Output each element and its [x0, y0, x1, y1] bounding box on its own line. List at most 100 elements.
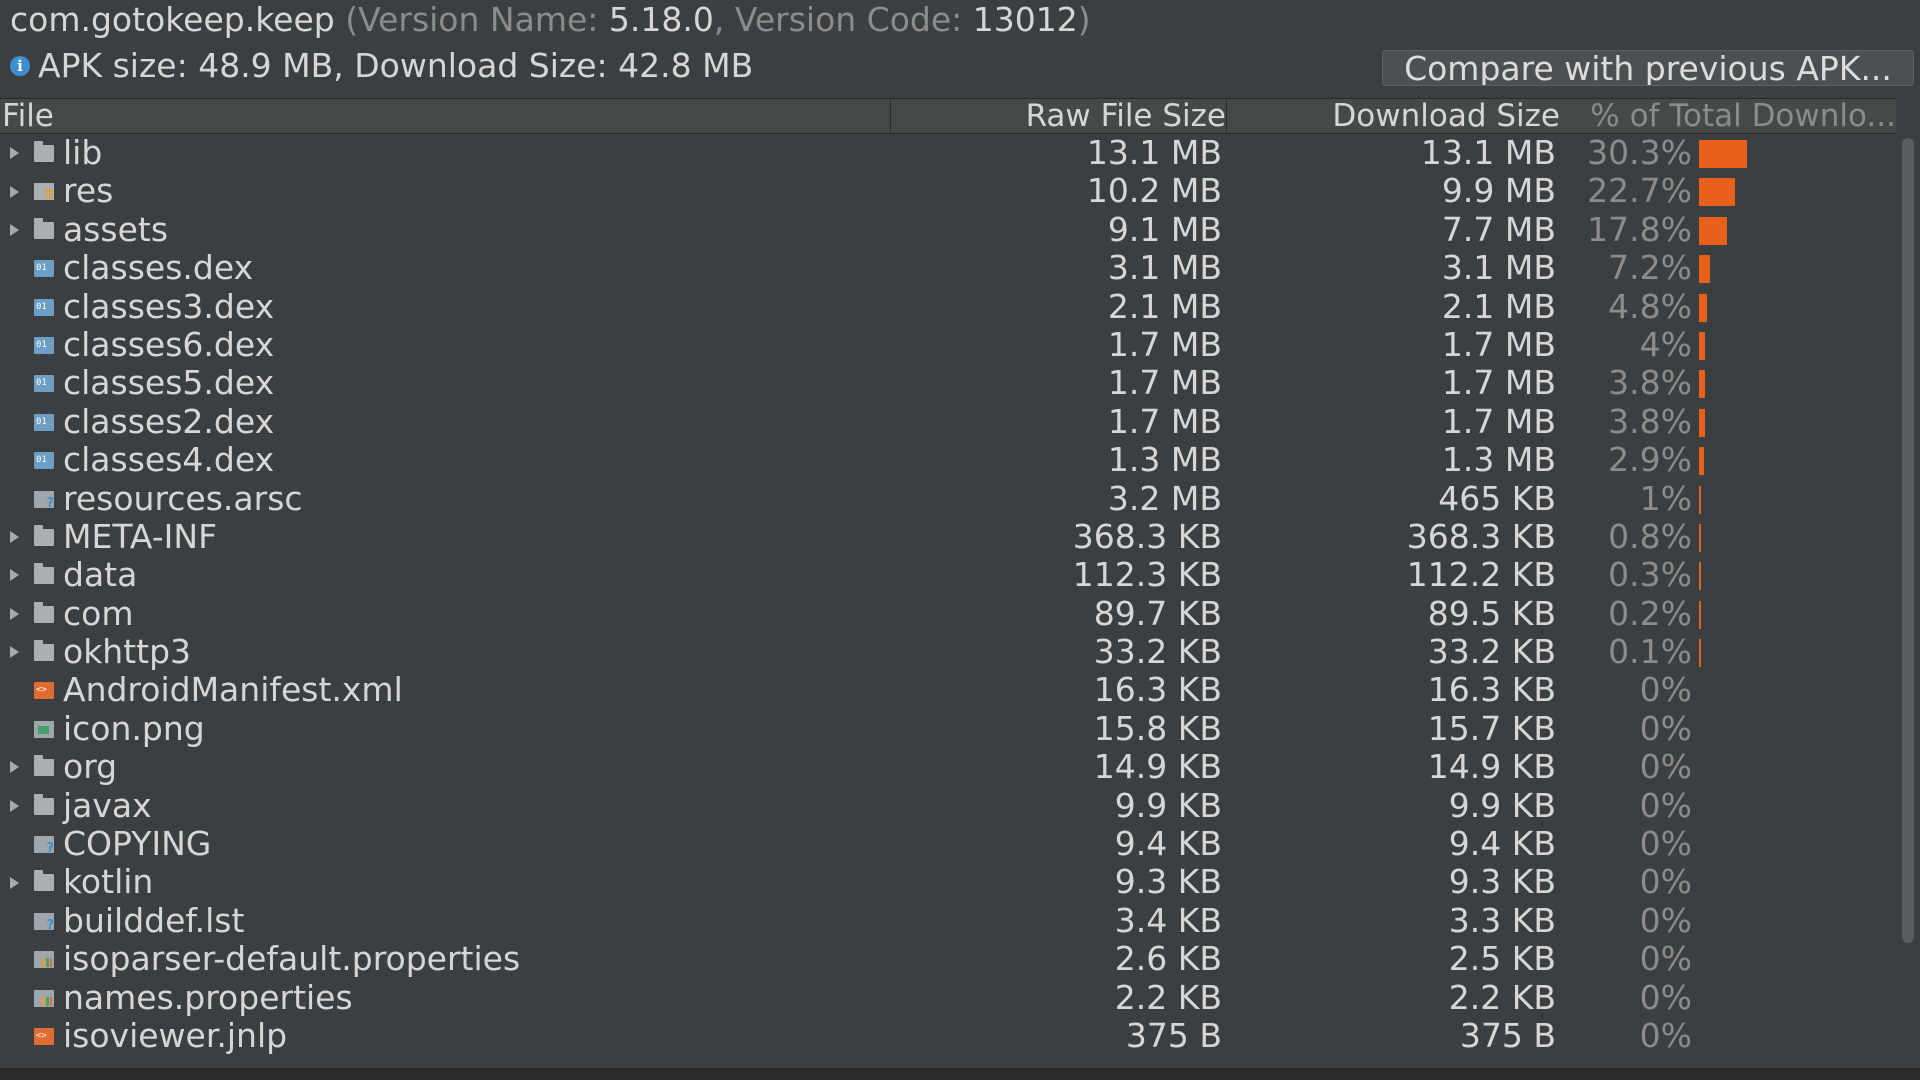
- percent-of-total: 3.8%: [1608, 401, 1692, 441]
- download-size: 368.3 KB: [1406, 516, 1556, 556]
- file-name: classes4.dex: [63, 440, 275, 480]
- file-name: classes.dex: [63, 248, 254, 288]
- table-row[interactable]: kotlin 9.3 KB 9.3 KB 0%: [0, 863, 1896, 901]
- table-body: lib 13.1 MB 13.1 MB 30.3% res 10.2 MB 9.9 MB 22…: [0, 134, 1896, 1080]
- raw-file-size: 368.3 KB: [1072, 516, 1222, 556]
- percent-of-total: 30.3%: [1587, 134, 1692, 172]
- expand-arrow-icon[interactable]: [6, 134, 22, 172]
- table-row[interactable]: com 89.7 KB 89.5 KB 0.2%: [0, 593, 1896, 633]
- raw-file-size: 3.4 KB: [1114, 900, 1222, 940]
- expand-arrow-icon[interactable]: [6, 633, 22, 671]
- table-row[interactable]: names.properties 2.2 KB 2.2 KB 0%: [0, 977, 1896, 1017]
- folder-icon: [34, 601, 54, 623]
- folder-icon: [34, 793, 54, 815]
- download-size: 7.7 MB: [1441, 209, 1556, 249]
- file-name: classes2.dex: [63, 401, 275, 441]
- folder-icon: [34, 524, 54, 546]
- table-row[interactable]: COPYING 9.4 KB 9.4 KB 0%: [0, 824, 1896, 864]
- vertical-scrollbar[interactable]: [1902, 138, 1914, 943]
- paren-close: ): [1077, 0, 1091, 39]
- download-size: 1.7 MB: [1441, 324, 1556, 364]
- dex-file-icon: [34, 260, 54, 278]
- raw-file-size: 2.1 MB: [1107, 286, 1222, 326]
- percent-of-total: 22.7%: [1587, 171, 1692, 211]
- table-row[interactable]: resources.arsc 3.2 MB 465 KB 1%: [0, 478, 1896, 518]
- table-row[interactable]: classes3.dex 2.1 MB 2.1 MB 4.8%: [0, 286, 1896, 326]
- download-size: 3.1 MB: [1441, 248, 1556, 288]
- download-size: 1.7 MB: [1441, 401, 1556, 441]
- image-file-icon: [34, 720, 54, 738]
- table-row[interactable]: classes.dex 3.1 MB 3.1 MB 7.2%: [0, 248, 1896, 288]
- percent-of-total: 0.1%: [1608, 632, 1692, 672]
- expand-arrow-icon[interactable]: [6, 518, 22, 556]
- expand-arrow-icon[interactable]: [6, 556, 22, 594]
- dex-file-icon: [34, 413, 54, 431]
- table-row[interactable]: META-INF 368.3 KB 368.3 KB 0.8%: [0, 516, 1896, 556]
- table-row[interactable]: javax 9.9 KB 9.9 KB 0%: [0, 785, 1896, 825]
- percent-bar: [1699, 523, 1701, 552]
- expand-arrow-icon[interactable]: [6, 211, 22, 249]
- raw-file-size: 15.8 KB: [1093, 708, 1222, 748]
- download-size: 9.4 KB: [1448, 824, 1556, 864]
- file-name: res: [63, 171, 114, 211]
- apk-summary-header: com.gotokeep.keep (Version Name: 5.18.0,…: [0, 0, 1920, 96]
- column-header-file[interactable]: File: [2, 99, 891, 133]
- table-row[interactable]: classes4.dex 1.3 MB 1.3 MB 2.9%: [0, 440, 1896, 480]
- percent-of-total: 0%: [1639, 977, 1692, 1017]
- properties-file-icon: [34, 951, 54, 969]
- download-size: 9.9 KB: [1448, 785, 1556, 825]
- table-row[interactable]: icon.png 15.8 KB 15.7 KB 0%: [0, 708, 1896, 748]
- percent-of-total: 0.2%: [1608, 593, 1692, 633]
- file-name: AndroidManifest.xml: [63, 670, 403, 710]
- file-name: org: [63, 747, 118, 787]
- properties-file-icon: [34, 989, 54, 1007]
- percent-bar: [1699, 293, 1707, 322]
- download-size: 9.9 MB: [1441, 171, 1556, 211]
- expand-arrow-icon[interactable]: [6, 787, 22, 825]
- table-row[interactable]: org 14.9 KB 14.9 KB 0%: [0, 747, 1896, 787]
- expand-arrow-icon[interactable]: [6, 595, 22, 633]
- raw-file-size: 9.3 KB: [1114, 862, 1222, 902]
- raw-file-size: 33.2 KB: [1093, 632, 1222, 672]
- table-row[interactable]: classes5.dex 1.7 MB 1.7 MB 3.8%: [0, 363, 1896, 402]
- file-name: kotlin: [63, 862, 154, 902]
- percent-of-total: 4%: [1639, 324, 1692, 364]
- percent-bar: [1699, 140, 1747, 168]
- table-row[interactable]: res 10.2 MB 9.9 MB 22.7%: [0, 171, 1896, 211]
- folder-icon: [34, 141, 54, 162]
- raw-file-size: 3.2 MB: [1107, 478, 1222, 518]
- file-name: classes3.dex: [63, 286, 275, 326]
- table-row[interactable]: assets 9.1 MB 7.7 MB 17.8%: [0, 209, 1896, 249]
- table-row[interactable]: lib 13.1 MB 13.1 MB 30.3%: [0, 134, 1896, 172]
- compare-with-previous-apk-button[interactable]: Compare with previous APK...: [1382, 50, 1914, 86]
- percent-of-total: 0%: [1639, 708, 1692, 748]
- column-header-raw-size[interactable]: Raw File Size: [892, 99, 1227, 133]
- percent-bar: [1699, 485, 1701, 514]
- xml-file-icon: [34, 682, 54, 700]
- table-row[interactable]: classes6.dex 1.7 MB 1.7 MB 4%: [0, 324, 1896, 364]
- version-name-label: (Version Name:: [334, 0, 609, 39]
- percent-of-total: 0%: [1639, 670, 1692, 710]
- table-row[interactable]: AndroidManifest.xml 16.3 KB 16.3 KB 0%: [0, 671, 1896, 709]
- table-row[interactable]: isoviewer.jnlp 375 B 375 B 0%: [0, 1015, 1896, 1055]
- download-size: 2.5 KB: [1448, 939, 1556, 979]
- expand-arrow-icon[interactable]: [6, 863, 22, 901]
- table-row[interactable]: okhttp3 33.2 KB 33.2 KB 0.1%: [0, 632, 1896, 672]
- expand-arrow-icon[interactable]: [6, 748, 22, 786]
- download-size: 2.2 KB: [1448, 977, 1556, 1017]
- file-name: isoparser-default.properties: [63, 939, 521, 979]
- download-size: 112.2 KB: [1406, 555, 1556, 595]
- file-name: resources.arsc: [63, 478, 303, 518]
- table-row[interactable]: classes2.dex 1.7 MB 1.7 MB 3.8%: [0, 401, 1896, 441]
- raw-file-size: 89.7 KB: [1093, 593, 1222, 633]
- download-size: 375 B: [1459, 1015, 1556, 1055]
- file-name: javax: [63, 785, 152, 825]
- table-row[interactable]: isoparser-default.properties 2.6 KB 2.5 KB…: [0, 939, 1896, 979]
- table-row[interactable]: builddef.lst 3.4 KB 3.3 KB 0%: [0, 900, 1896, 940]
- table-row[interactable]: data 112.3 KB 112.2 KB 0.3%: [0, 555, 1896, 595]
- raw-file-size: 1.7 MB: [1107, 401, 1222, 441]
- expand-arrow-icon[interactable]: [6, 172, 22, 210]
- column-header-download-size[interactable]: Download Size: [1228, 99, 1560, 133]
- column-header-percent-total[interactable]: % of Total Downlo...: [1562, 99, 1896, 133]
- percent-of-total: 4.8%: [1608, 286, 1692, 326]
